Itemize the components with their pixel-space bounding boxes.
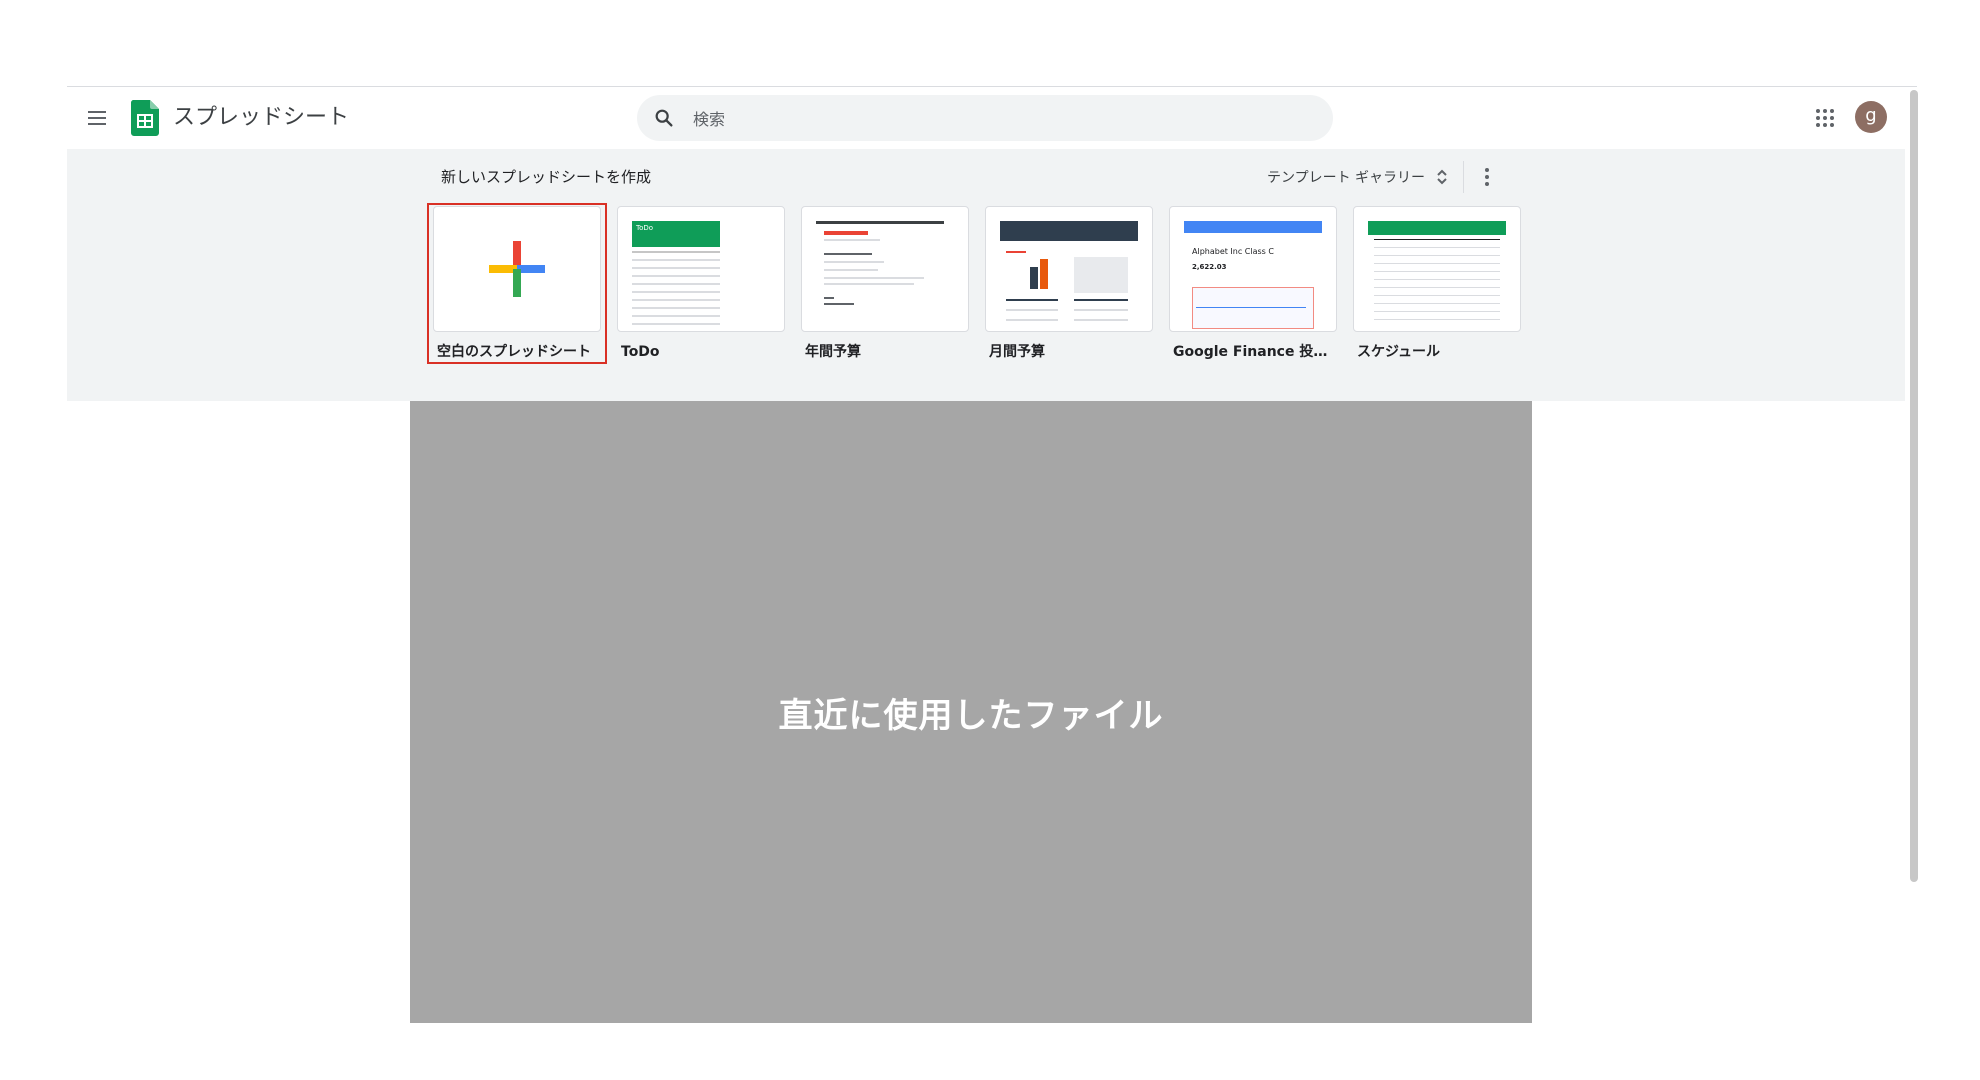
template-gallery-label: テンプレート ギャラリー [1267, 170, 1426, 186]
app-title[interactable]: スプレッドシート [173, 103, 349, 133]
annual-budget-thumbnail[interactable] [801, 206, 969, 332]
template-card-finance[interactable]: Alphabet Inc Class C 2,622.03 Google Fin… [1169, 206, 1337, 362]
template-label[interactable]: Google Finance 投資ト... [1169, 342, 1337, 362]
template-card-monthly-budget[interactable]: 月間予算 [985, 206, 1153, 362]
template-label[interactable]: 年間予算 [801, 342, 969, 362]
thumb-header-bar [1000, 221, 1138, 241]
thumb-chart [1192, 287, 1314, 329]
monthly-budget-thumbnail[interactable] [985, 206, 1153, 332]
page-scrollbar[interactable] [1910, 90, 1918, 882]
template-label[interactable]: ToDo [617, 342, 785, 362]
gallery-divider [1463, 161, 1464, 193]
template-label[interactable]: 月間予算 [985, 342, 1153, 362]
hamburger-menu-icon[interactable] [83, 104, 111, 132]
sheets-logo-icon[interactable] [131, 100, 159, 136]
template-thumbnail-blank[interactable] [433, 206, 601, 332]
template-card-blank[interactable]: 空白のスプレッドシート [433, 206, 601, 362]
thumb-stock-value: 2,622.03 [1192, 263, 1227, 271]
schedule-thumbnail[interactable] [1353, 206, 1521, 332]
finance-thumbnail[interactable]: Alphabet Inc Class C 2,622.03 [1169, 206, 1337, 332]
thumb-header-bar: ToDo [632, 221, 720, 247]
template-label[interactable]: 空白のスプレッドシート [433, 342, 601, 362]
template-card-schedule[interactable]: スケジュール [1353, 206, 1521, 362]
recent-files-section: 直近に使用したファイル [410, 401, 1532, 1023]
thumb-stock-name: Alphabet Inc Class C [1192, 247, 1274, 256]
todo-thumbnail[interactable]: ToDo [617, 206, 785, 332]
template-label[interactable]: スケジュール [1353, 342, 1521, 362]
thumb-header-bar [1368, 221, 1506, 235]
app-header: スプレッドシート g [67, 87, 1907, 149]
unfold-more-icon [1437, 169, 1447, 185]
template-gallery-section: 新しいスプレッドシートを作成 テンプレート ギャラリー 空白のスプレッドシート … [67, 149, 1905, 401]
plus-icon [489, 241, 545, 297]
avatar[interactable]: g [1855, 101, 1887, 133]
search-box[interactable] [637, 95, 1333, 141]
section-title: 新しいスプレッドシートを作成 [441, 168, 652, 186]
template-card-todo[interactable]: ToDo ToDo [617, 206, 785, 362]
search-input[interactable] [691, 103, 1295, 135]
more-vertical-icon[interactable] [1475, 163, 1499, 191]
google-apps-grid-icon[interactable] [1812, 105, 1838, 131]
template-card-annual-budget[interactable]: 年間予算 [801, 206, 969, 362]
template-gallery-button[interactable]: テンプレート ギャラリー [1267, 163, 1449, 191]
thumb-todo-title: ToDo [636, 224, 654, 232]
search-icon[interactable] [653, 107, 675, 129]
thumb-header-bar [1184, 221, 1322, 233]
recent-files-title: 直近に使用したファイル [778, 695, 1164, 736]
sheets-home-page: スプレッドシート g 新しいスプレッドシートを作成 テンプレート ギャラリー [0, 0, 1980, 1080]
